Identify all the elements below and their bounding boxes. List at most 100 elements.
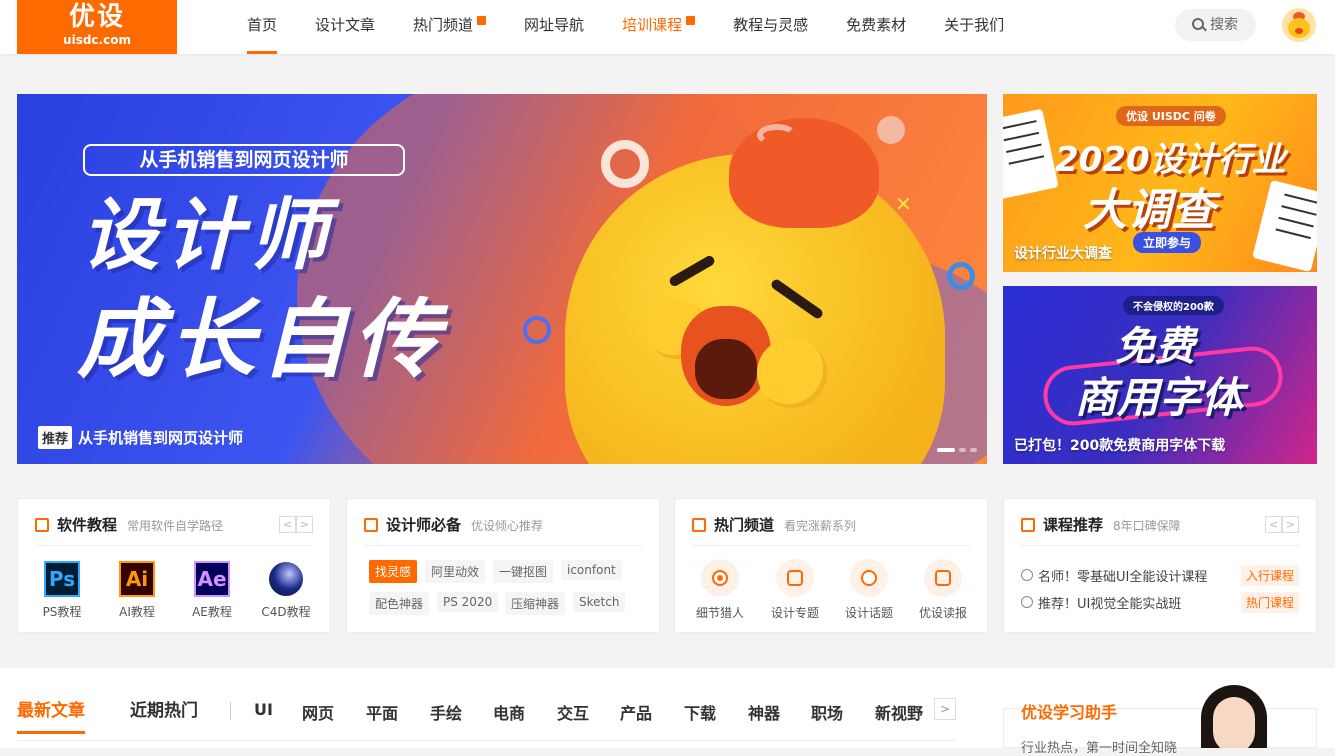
fonts-title-line2: 商用字体 (1075, 373, 1244, 422)
assistant-photo (1199, 685, 1269, 748)
assistant-title: 优设学习助手 (1021, 703, 1118, 722)
designer-essentials-card: 设计师必备 优设倾心推荐 找灵感 阿里动效 一键抠图 iconfont 配色神器… (346, 498, 660, 633)
hero-caption: 推荐 从手机销售到网页设计师 (38, 426, 243, 449)
prev-arrow-button[interactable]: < (279, 516, 296, 533)
fonts-banner[interactable]: 不会侵权的200款 免费 商用字体 已打包！200款免费商用字体下载 (1003, 286, 1317, 464)
software-item-ai[interactable]: Ai AI教程 (107, 561, 167, 620)
next-arrow-button[interactable]: > (1282, 516, 1299, 533)
carousel-dot[interactable] (959, 448, 966, 452)
course-row[interactable]: 推荐！UI视觉全能实战班 热门课程 (1021, 591, 1299, 613)
survey-banner[interactable]: 优设 UISDC 问卷 2020设计行业 大调查 立即参与 设计行业大调查 (1003, 94, 1317, 272)
category-link[interactable]: 交互 (557, 700, 589, 724)
course-tag: 入行课程 (1240, 564, 1299, 586)
chevron-right-icon[interactable]: > (934, 698, 956, 720)
nav-item-hot-channels[interactable]: 热门频道 (413, 0, 487, 54)
hero-caption-text[interactable]: 从手机销售到网页设计师 (78, 427, 243, 448)
carousel-dot[interactable] (937, 448, 955, 452)
tag-link[interactable]: iconfont (561, 560, 622, 580)
document-icon (692, 518, 706, 532)
learning-assistant-card[interactable]: 优设学习助手 行业热点，第一时间全知晓 (1003, 703, 1317, 756)
course-tag: 热门课程 (1240, 591, 1299, 613)
chat-icon (861, 570, 877, 586)
nav-item-url-nav[interactable]: 网址导航 (524, 0, 584, 54)
nav-item-articles[interactable]: 设计文章 (315, 0, 375, 54)
photoshop-icon: Ps (44, 561, 80, 597)
carousel-dot[interactable] (970, 448, 977, 452)
category-link[interactable]: 产品 (620, 700, 652, 724)
nav-item-free-assets[interactable]: 免费素材 (846, 0, 906, 54)
tag-link[interactable]: 找灵感 (369, 560, 418, 583)
search-button[interactable]: 搜索 (1175, 9, 1256, 41)
logo-domain: uisdc.com (63, 33, 131, 47)
join-button[interactable]: 立即参与 (1133, 232, 1202, 253)
channel-item[interactable]: 优设读报 (908, 559, 978, 621)
next-arrow-button[interactable]: > (296, 516, 313, 533)
hero-banner[interactable]: ✕ ✕ 从手机销售到网页设计师 设计师 成长自传 推荐 从手机销售到网页设计师 (17, 94, 987, 464)
tag-link[interactable]: 阿里动效 (425, 560, 486, 583)
channel-item[interactable]: 设计话题 (834, 559, 904, 621)
category-link[interactable]: 电商 (493, 700, 525, 724)
assistant-subtitle: 行业热点，第一时间全知晓 (1021, 741, 1178, 756)
tag-link[interactable]: 压缩神器 (505, 592, 566, 615)
nav-item-courses[interactable]: 培训课程 (622, 0, 696, 54)
carousel-dots (937, 448, 977, 452)
hot-badge-icon (686, 16, 696, 25)
category-link[interactable]: 手绘 (430, 700, 462, 724)
tab-recent-hot[interactable]: 近期热门 (130, 696, 198, 721)
nav-item-home[interactable]: 首页 (247, 0, 278, 54)
clock-icon (1021, 596, 1033, 608)
main-nav: 首页 设计文章 热门频道 网址导航 培训课程 教程与灵感 免费素材 关于我们 (247, 0, 1042, 54)
search-icon (1192, 18, 1204, 30)
category-link[interactable]: 职场 (811, 700, 843, 724)
logo-text: 优设 (68, 2, 125, 32)
category-link[interactable]: 平面 (366, 700, 398, 724)
category-link[interactable]: 神器 (748, 700, 780, 724)
category-link[interactable]: 网页 (302, 700, 334, 724)
ring-decoration (947, 262, 975, 290)
hero-title-line1: 设计师 (81, 191, 334, 281)
tag-link[interactable]: 配色神器 (369, 592, 430, 615)
tag-link[interactable]: PS 2020 (437, 592, 499, 612)
nav-item-about[interactable]: 关于我们 (944, 0, 1004, 54)
dot-decoration (877, 116, 905, 144)
newspaper-icon (935, 570, 951, 586)
category-link[interactable]: UI (254, 700, 273, 719)
chick-comb (729, 118, 879, 228)
ps-file-icon (364, 518, 378, 532)
layers-icon (787, 570, 803, 586)
course-recommend-card: 课程推荐 8年口碑保障 < > 名师！零基础UI全能设计课程 入行课程 推荐！U… (1003, 498, 1317, 633)
survey-pill: 优设 UISDC 问卷 (1116, 106, 1226, 126)
card-subtitle: 常用软件自学路径 (127, 519, 224, 533)
tag-link[interactable]: 一键抠图 (493, 560, 554, 583)
top-header: 优设 uisdc.com 首页 设计文章 热门频道 网址导航 培训课程 教程与灵… (0, 0, 1335, 54)
hero-title-line2: 成长自传 (77, 290, 445, 390)
course-row[interactable]: 名师！零基础UI全能设计课程 入行课程 (1021, 564, 1299, 586)
clock-icon (1021, 569, 1033, 581)
ring-decoration (523, 316, 551, 344)
user-avatar[interactable] (1282, 8, 1316, 42)
channel-item[interactable]: 细节猎人 (685, 559, 755, 621)
software-item-ae[interactable]: Ae AE教程 (182, 561, 242, 620)
channel-item[interactable]: 设计专题 (760, 559, 830, 621)
tag-link[interactable]: Sketch (573, 592, 626, 612)
prev-arrow-button[interactable]: < (1265, 516, 1282, 533)
nav-item-tutorials[interactable]: 教程与灵感 (733, 0, 808, 54)
category-link[interactable]: 新视野 (875, 700, 923, 724)
survey-caption: 设计行业大调查 (1014, 246, 1112, 262)
hero-subtitle: 从手机销售到网页设计师 (83, 144, 405, 176)
software-item-ps[interactable]: Ps PS教程 (32, 561, 92, 620)
software-tutorials-card: 软件教程 常用软件自学路径 < > Ps PS教程 Ai AI教程 Ae AE教… (17, 498, 331, 633)
hot-channels-card: 热门频道 看完涨薪系列 细节猎人 设计专题 设计话题 优设读报 (674, 498, 988, 633)
recommend-badge: 推荐 (38, 426, 73, 449)
hot-badge-icon (477, 16, 487, 25)
cross-decoration: ✕ (895, 192, 912, 216)
software-item-c4d[interactable]: C4D教程 (256, 561, 316, 620)
illustrator-icon: Ai (119, 561, 155, 597)
category-link[interactable]: 下载 (684, 700, 716, 724)
survey-title-line2: 大调查 (1083, 185, 1215, 236)
tab-latest[interactable]: 最新文章 (17, 696, 85, 734)
play-icon (1021, 518, 1035, 532)
video-icon (35, 518, 49, 532)
card-title: 软件教程 (57, 516, 118, 534)
site-logo[interactable]: 优设 uisdc.com (17, 0, 177, 54)
